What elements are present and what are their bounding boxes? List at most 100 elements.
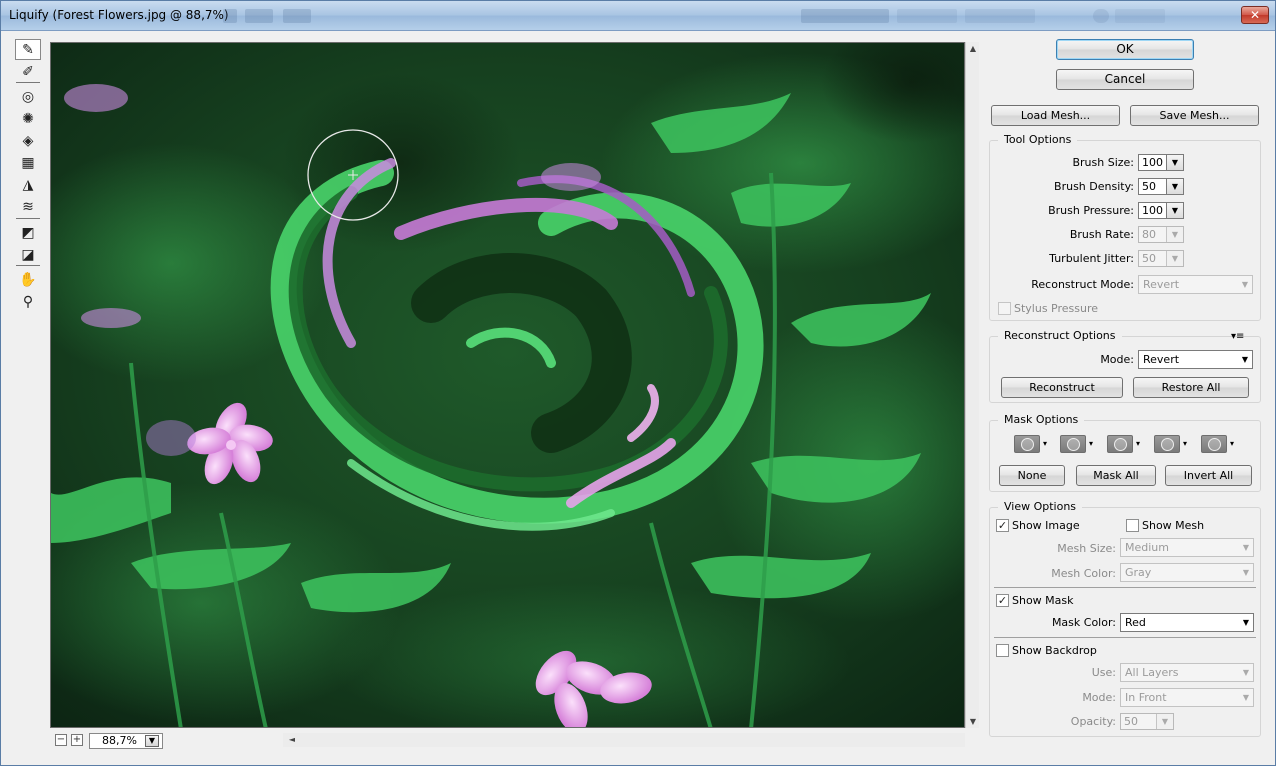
vertical-scrollbar[interactable]: ▲ ▼ <box>965 42 979 728</box>
brush-rate-value: 80 <box>1142 228 1156 241</box>
replace-selection-icon[interactable] <box>1014 435 1040 453</box>
backdrop-mode-label: Mode: <box>1082 691 1116 704</box>
show-image-checkbox[interactable]: ✓ <box>996 519 1009 532</box>
twirl-clockwise-icon[interactable]: ◎ <box>15 86 41 107</box>
dropdown-arrow-icon[interactable]: ▼ <box>1166 155 1183 170</box>
tool-strip: ✎ ✐ ◎ ✺ ◈ ▦ ◮ ≋ ◩ ◪ ✋ ⚲ <box>13 37 43 317</box>
mask-color-value: Red <box>1125 616 1146 629</box>
zoom-in-button[interactable]: + <box>71 734 83 746</box>
stylus-pressure-label: Stylus Pressure <box>1014 302 1099 315</box>
reconstruct-mode-select: Revert ▼ <box>1138 275 1253 294</box>
mode-value: Revert <box>1143 353 1180 366</box>
close-button[interactable]: ✕ <box>1241 6 1269 24</box>
turbulent-jitter-label: Turbulent Jitter: <box>1049 252 1134 265</box>
brush-size-field[interactable]: 100 ▼ <box>1138 154 1184 171</box>
brush-density-label: Brush Density: <box>1054 180 1134 193</box>
save-mesh-button[interactable]: Save Mesh... <box>1130 105 1259 126</box>
mesh-size-label: Mesh Size: <box>1057 542 1116 555</box>
mask-none-button[interactable]: None <box>999 465 1065 486</box>
mesh-color-value: Gray <box>1125 566 1152 579</box>
dropdown-arrow-icon[interactable]: ▾ <box>1043 439 1047 448</box>
horizontal-scrollbar[interactable]: ◄ <box>283 733 965 747</box>
liquify-dialog: Liquify (Forest Flowers.jpg @ 88,7%) ✕ ✎… <box>0 0 1276 766</box>
turbulent-jitter-field: 50 ▼ <box>1138 250 1184 267</box>
dropdown-arrow-icon[interactable]: ▾ <box>1089 439 1093 448</box>
show-mesh-checkbox[interactable] <box>1126 519 1139 532</box>
workspace-ghost-tab <box>897 9 957 23</box>
hand-icon[interactable]: ✋ <box>15 269 41 290</box>
dropdown-arrow-icon: ▼ <box>1242 543 1249 552</box>
brush-size-label: Brush Size: <box>1072 156 1134 169</box>
cancel-button[interactable]: Cancel <box>1056 69 1194 90</box>
show-backdrop-label: Show Backdrop <box>1012 644 1097 657</box>
mesh-color-label: Mesh Color: <box>1051 567 1116 580</box>
canvas-preview[interactable] <box>50 42 965 728</box>
scroll-left-icon[interactable]: ◄ <box>285 735 299 744</box>
tool-options-title: Tool Options <box>998 133 1078 146</box>
restore-all-button[interactable]: Restore All <box>1133 377 1249 398</box>
intersect-selection-icon[interactable] <box>1154 435 1180 453</box>
mesh-color-select: Gray ▼ <box>1120 563 1254 582</box>
invert-all-button[interactable]: Invert All <box>1165 465 1252 486</box>
brush-rate-label: Brush Rate: <box>1069 228 1134 241</box>
show-image-label: Show Image <box>1012 519 1080 532</box>
turbulence-icon[interactable]: ≋ <box>15 196 41 217</box>
panel-menu-icon[interactable]: ▾≡ <box>1231 331 1244 342</box>
dropdown-arrow-icon: ▼ <box>1242 668 1249 677</box>
stylus-pressure-checkbox <box>998 302 1011 315</box>
reconstruct-icon[interactable]: ✐ <box>15 61 41 82</box>
scroll-up-icon[interactable]: ▲ <box>966 44 980 53</box>
mask-color-select[interactable]: Red ▼ <box>1120 613 1254 632</box>
show-backdrop-checkbox[interactable] <box>996 644 1009 657</box>
show-mesh-label: Show Mesh <box>1142 519 1205 532</box>
subtract-from-selection-icon[interactable] <box>1107 435 1133 453</box>
mask-all-button[interactable]: Mask All <box>1076 465 1156 486</box>
reconstruct-mode-dropdown[interactable]: Revert ▼ <box>1138 350 1253 369</box>
reconstruct-button[interactable]: Reconstruct <box>1001 377 1123 398</box>
taskbar-ghost-icon <box>245 9 273 23</box>
dropdown-arrow-icon[interactable]: ▼ <box>1166 179 1183 194</box>
ok-button[interactable]: OK <box>1056 39 1194 60</box>
forward-warp-icon[interactable]: ✎ <box>15 39 41 60</box>
brush-pressure-label: Brush Pressure: <box>1048 204 1134 217</box>
dropdown-arrow-icon[interactable]: ▾ <box>1230 439 1234 448</box>
mask-options-title: Mask Options <box>998 413 1085 426</box>
add-to-selection-icon[interactable] <box>1060 435 1086 453</box>
divider <box>994 587 1256 588</box>
thaw-mask-icon[interactable]: ◪ <box>15 244 41 265</box>
load-mesh-button[interactable]: Load Mesh... <box>991 105 1120 126</box>
brush-pressure-field[interactable]: 100 ▼ <box>1138 202 1184 219</box>
reconstruct-mode-label: Reconstruct Mode: <box>1031 278 1134 291</box>
mirror-icon[interactable]: ◮ <box>15 174 41 195</box>
backdrop-mode-select: In Front ▼ <box>1120 688 1254 707</box>
bloat-icon[interactable]: ◈ <box>15 130 41 151</box>
invert-selection-icon[interactable] <box>1201 435 1227 453</box>
dropdown-arrow-icon: ▼ <box>1156 714 1173 729</box>
opacity-field: 50 ▼ <box>1120 713 1174 730</box>
brush-pressure-value: 100 <box>1142 204 1163 217</box>
zoom-icon[interactable]: ⚲ <box>15 291 41 312</box>
taskbar-ghost-icon <box>1115 9 1165 23</box>
mesh-size-select: Medium ▼ <box>1120 538 1254 557</box>
zoom-dropdown-icon[interactable]: ▼ <box>145 735 159 747</box>
show-mask-label: Show Mask <box>1012 594 1074 607</box>
use-value: All Layers <box>1125 666 1179 679</box>
show-mask-checkbox[interactable]: ✓ <box>996 594 1009 607</box>
brush-density-field[interactable]: 50 ▼ <box>1138 178 1184 195</box>
brush-density-value: 50 <box>1142 180 1156 193</box>
taskbar-ghost-icon <box>283 9 311 23</box>
dropdown-arrow-icon: ▼ <box>1242 693 1249 702</box>
push-left-icon[interactable]: ▦ <box>15 152 41 173</box>
dropdown-arrow-icon: ▼ <box>1166 227 1183 242</box>
dropdown-arrow-icon[interactable]: ▾ <box>1136 439 1140 448</box>
workspace-ghost-tab <box>801 9 889 23</box>
dropdown-arrow-icon[interactable]: ▾ <box>1183 439 1187 448</box>
freeze-mask-icon[interactable]: ◩ <box>15 222 41 243</box>
zoom-out-button[interactable]: − <box>55 734 67 746</box>
mesh-size-value: Medium <box>1125 541 1169 554</box>
title-bar[interactable]: Liquify (Forest Flowers.jpg @ 88,7%) ✕ <box>1 1 1275 31</box>
dropdown-arrow-icon[interactable]: ▼ <box>1166 203 1183 218</box>
turbulent-jitter-value: 50 <box>1142 252 1156 265</box>
pucker-icon[interactable]: ✺ <box>15 108 41 129</box>
scroll-down-icon[interactable]: ▼ <box>966 717 980 726</box>
